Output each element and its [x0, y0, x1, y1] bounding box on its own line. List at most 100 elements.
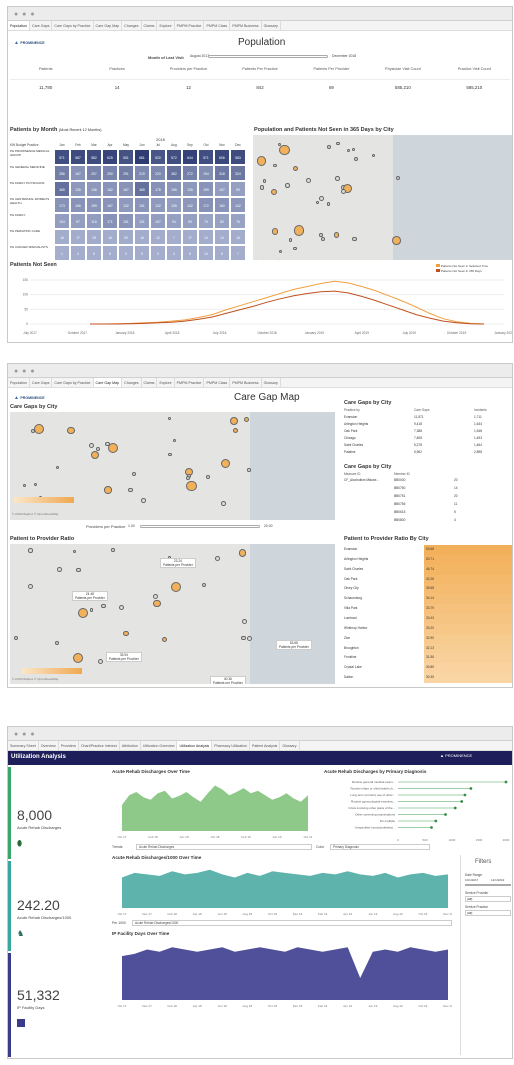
city-marker[interactable]: [279, 144, 291, 156]
date-end[interactable]: 12/1/2019: [491, 878, 504, 882]
city-marker[interactable]: [77, 607, 89, 619]
practice-select[interactable]: (All): [465, 910, 511, 916]
city-marker[interactable]: [185, 476, 190, 481]
tab-glossary[interactable]: Glossary: [262, 21, 281, 30]
city-marker[interactable]: [333, 232, 340, 239]
city-marker[interactable]: [76, 567, 81, 573]
city-marker[interactable]: [243, 416, 249, 422]
lollipop-dot[interactable]: [453, 806, 457, 810]
city-marker[interactable]: [89, 442, 95, 448]
city-marker[interactable]: [271, 228, 279, 235]
city-marker[interactable]: [173, 438, 177, 442]
city-marker[interactable]: [141, 498, 146, 503]
tab-overview[interactable]: Overview: [39, 741, 59, 750]
city-marker[interactable]: [351, 147, 356, 152]
city-marker[interactable]: [335, 176, 340, 181]
city-marker[interactable]: [392, 235, 401, 245]
tab-care-gaps-by-practice[interactable]: Care Gaps by Practice: [52, 21, 94, 30]
date-start[interactable]: 10/1/2017: [465, 878, 478, 882]
city-marker[interactable]: [262, 179, 267, 183]
city-marker[interactable]: [111, 548, 115, 552]
city-marker[interactable]: [327, 144, 332, 149]
tab-providers[interactable]: Providers: [59, 741, 79, 750]
city-marker[interactable]: [396, 175, 401, 180]
tab-pmpm-practice[interactable]: PMPM Practice: [175, 21, 205, 30]
lollipop-dot[interactable]: [463, 793, 467, 797]
city-marker[interactable]: [104, 486, 112, 494]
city-marker[interactable]: [89, 608, 93, 612]
tab-claims[interactable]: Claims: [142, 378, 158, 387]
population-map[interactable]: © 2019 Mapbox © OpenStreetMap: [253, 135, 512, 266]
tab-changes[interactable]: Changes: [122, 378, 142, 387]
tab-population[interactable]: Population: [8, 21, 30, 30]
city-marker[interactable]: [340, 188, 346, 194]
city-marker[interactable]: [293, 246, 297, 251]
city-marker[interactable]: [371, 154, 375, 158]
city-marker[interactable]: [230, 416, 239, 426]
window-controls[interactable]: ● ● ●: [14, 11, 36, 18]
city-marker[interactable]: [132, 471, 137, 476]
city-marker[interactable]: [57, 567, 63, 572]
city-marker[interactable]: [152, 594, 158, 600]
tab-attribution[interactable]: Attribution: [120, 741, 141, 750]
city-marker[interactable]: [319, 195, 325, 201]
city-marker[interactable]: [55, 641, 60, 646]
tab-pmpm-class[interactable]: PMPM Class: [204, 21, 231, 30]
tab-explore[interactable]: Explore: [157, 378, 175, 387]
city-marker[interactable]: [28, 548, 33, 553]
city-marker[interactable]: [288, 238, 293, 242]
tab-population[interactable]: Population: [8, 378, 30, 387]
city-marker[interactable]: [170, 581, 182, 593]
window-controls[interactable]: ● ● ●: [14, 368, 36, 375]
city-marker[interactable]: [214, 555, 220, 561]
lollipop-dot[interactable]: [460, 800, 464, 803]
city-marker[interactable]: [167, 416, 171, 421]
tab-care-gaps[interactable]: Care Gaps: [30, 21, 53, 30]
tab-care-gap-map[interactable]: Care Gap Map: [93, 378, 123, 387]
city-marker[interactable]: [123, 630, 129, 636]
city-marker[interactable]: [221, 459, 231, 469]
city-marker[interactable]: [128, 487, 133, 492]
tab-pmpm-business[interactable]: PMPM Business: [230, 21, 262, 30]
city-marker[interactable]: [315, 200, 320, 205]
tab-pmpm-practice[interactable]: PMPM Practice: [175, 378, 205, 387]
tab-utilization-overview[interactable]: Utilization Overview: [141, 741, 178, 750]
tab-pmpm-class[interactable]: PMPM Class: [204, 378, 231, 387]
city-marker[interactable]: [55, 466, 59, 470]
providers-slider[interactable]: [140, 525, 260, 528]
tab-patient-analysis[interactable]: Patient Analysis: [250, 741, 281, 750]
city-marker[interactable]: [326, 202, 331, 206]
lollipop-dot[interactable]: [430, 826, 433, 829]
lollipop-dot[interactable]: [504, 780, 508, 784]
tab-glossary[interactable]: Glossary: [262, 378, 281, 387]
color-select[interactable]: Primary Diagnosis: [330, 844, 430, 850]
city-marker[interactable]: [240, 635, 246, 641]
city-marker[interactable]: [239, 549, 247, 557]
city-marker[interactable]: [202, 582, 207, 588]
window-controls[interactable]: ● ● ●: [14, 731, 36, 738]
city-marker[interactable]: [119, 604, 125, 610]
city-marker[interactable]: [185, 480, 197, 492]
tab-summary-sheet[interactable]: Summary Sheet: [8, 741, 39, 750]
city-marker[interactable]: [352, 236, 357, 242]
city-marker[interactable]: [246, 636, 252, 641]
city-marker[interactable]: [247, 468, 251, 472]
city-marker[interactable]: [242, 619, 247, 624]
city-marker[interactable]: [161, 636, 167, 643]
tab-care-gaps[interactable]: Care Gaps: [30, 378, 53, 387]
city-marker[interactable]: [101, 603, 106, 609]
city-marker[interactable]: [28, 583, 34, 589]
month-slider[interactable]: [208, 55, 328, 58]
city-marker[interactable]: [278, 249, 282, 254]
lollipop-dot[interactable]: [434, 819, 438, 823]
per-select[interactable]: Acute Rehab Discharges/1000: [132, 920, 452, 926]
city-marker[interactable]: [72, 653, 83, 664]
tab-care-gap-map[interactable]: Care Gap Map: [94, 21, 123, 30]
ratio-map[interactable]: 23.24 Patients per Provider 24.48 Patients …: [10, 544, 335, 684]
city-marker[interactable]: [285, 183, 290, 188]
city-marker[interactable]: [72, 549, 76, 553]
city-marker[interactable]: [260, 185, 265, 190]
city-marker[interactable]: [13, 635, 18, 641]
lollipop-dot[interactable]: [444, 813, 447, 816]
city-marker[interactable]: [95, 447, 100, 452]
